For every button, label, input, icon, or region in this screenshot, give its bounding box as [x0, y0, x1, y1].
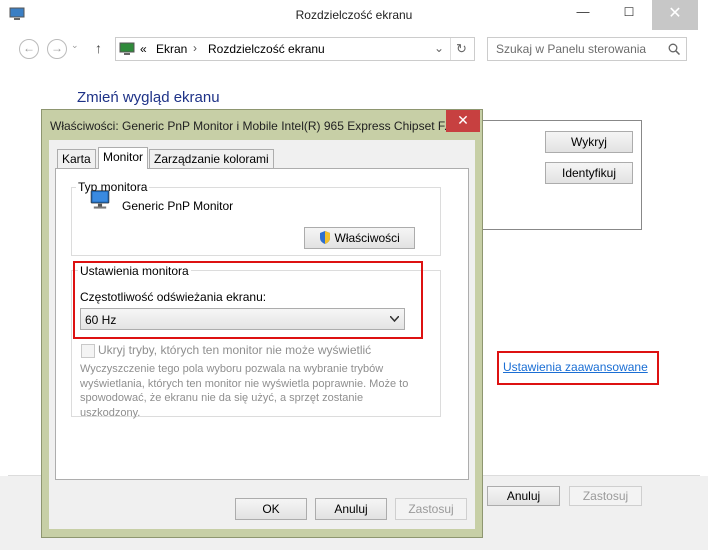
tab-panel: Typ monitora Generic PnP Monitor Właściw… — [55, 168, 469, 480]
warning-description: Wyczyszczenie tego pola wyboru pozwala n… — [80, 363, 409, 419]
properties-button[interactable]: Właściwości — [304, 227, 415, 249]
highlight-box-advanced — [497, 351, 659, 385]
hide-modes-checkbox[interactable] — [81, 344, 95, 358]
search-input[interactable]: Szukaj w Panelu sterowania — [487, 37, 687, 61]
maximize-button[interactable]: ☐ — [606, 0, 652, 24]
highlight-box-monitor-settings — [73, 261, 423, 339]
tab-color-management[interactable]: Zarządzanie kolorami — [149, 149, 274, 168]
properties-button-label: Właściwości — [334, 231, 400, 245]
breadcrumb-separator: › — [193, 41, 197, 55]
dialog-apply-button[interactable]: Zastosuj — [395, 498, 467, 520]
breadcrumb-ekran[interactable]: Ekran — [156, 42, 187, 56]
up-button[interactable]: ↑ — [95, 40, 102, 56]
close-button[interactable]: ✕ — [652, 0, 698, 30]
minimize-button[interactable]: — — [560, 0, 606, 24]
recent-pages-dropdown[interactable]: ⌄ — [71, 40, 81, 51]
dialog-cancel-button[interactable]: Anuluj — [315, 498, 387, 520]
hide-modes-label: Ukryj tryby, których ten monitor nie moż… — [98, 343, 372, 357]
tab-monitor[interactable]: Monitor — [98, 147, 149, 169]
refresh-icon[interactable]: ↻ — [456, 41, 467, 57]
address-dropdown-icon[interactable]: ⌄ — [434, 41, 444, 55]
address-bar[interactable]: « Ekran › Rozdzielczość ekranu ⌄ ↻ — [115, 37, 475, 61]
search-placeholder: Szukaj w Panelu sterowania — [496, 42, 647, 56]
search-icon[interactable] — [668, 43, 680, 55]
page-title: Zmień wygląd ekranu — [77, 89, 220, 106]
title-bar: Rozdzielczość ekranu — ☐ ✕ — [0, 0, 708, 32]
identify-button[interactable]: Identyfikuj — [545, 162, 633, 184]
divider — [450, 38, 451, 60]
cancel-button[interactable]: Anuluj — [487, 486, 560, 506]
back-button[interactable]: ← — [19, 39, 39, 59]
dialog-close-button[interactable]: ✕ — [446, 110, 480, 132]
ok-button[interactable]: OK — [235, 498, 307, 520]
properties-dialog: Właściwości: Generic PnP Monitor i Mobil… — [41, 109, 483, 538]
detect-button[interactable]: Wykryj — [545, 131, 633, 153]
monitor-name: Generic PnP Monitor — [122, 199, 234, 213]
forward-button[interactable]: → — [47, 39, 67, 59]
monitor-icon — [90, 190, 110, 209]
dialog-client: Karta Monitor Zarządzanie kolorami Typ m… — [49, 140, 475, 529]
breadcrumb-rozdzielczosc[interactable]: Rozdzielczość ekranu — [208, 42, 325, 56]
tab-karta[interactable]: Karta — [57, 149, 96, 168]
dialog-title: Właściwości: Generic PnP Monitor i Mobil… — [50, 119, 454, 133]
apply-button[interactable]: Zastosuj — [569, 486, 642, 506]
breadcrumb-overflow[interactable]: « — [140, 42, 147, 56]
display-preview[interactable]: Wykryj Identyfikuj — [468, 120, 642, 230]
uac-shield-icon — [320, 231, 331, 244]
control-panel-icon — [119, 42, 135, 55]
